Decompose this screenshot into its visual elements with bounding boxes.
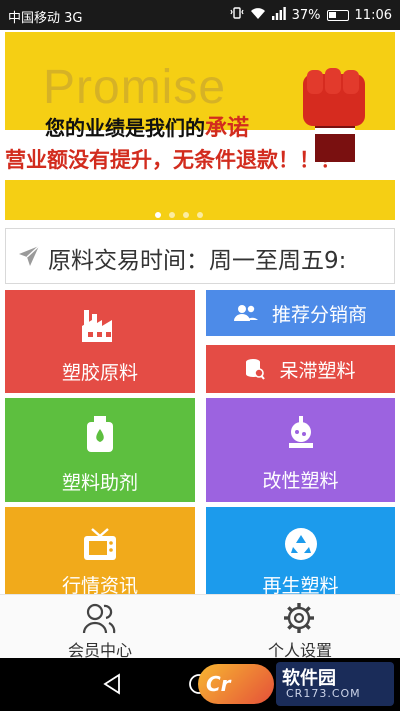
tile-label: 改性塑料 xyxy=(262,470,339,492)
watermark-brand: 软件园 CR173.COM xyxy=(276,662,394,706)
banner-dot[interactable] xyxy=(183,212,189,218)
database-search-icon xyxy=(246,359,266,380)
tile-recycled[interactable]: 再生塑料 xyxy=(206,507,395,594)
tile-additive[interactable]: 塑料助剂 xyxy=(5,398,195,502)
notice-bar[interactable]: 原料交易时间：周一至周五9: xyxy=(5,228,395,284)
fist-icon xyxy=(303,68,365,162)
promo-banner[interactable]: Promise 您的业绩是我们的承诺 营业额没有提升，无条件退款！！！ xyxy=(5,32,395,220)
banner-slogan: 营业额没有提升，无条件退款！！！ xyxy=(5,148,341,172)
back-icon[interactable] xyxy=(102,673,122,695)
tile-row: 呆滞塑料 xyxy=(206,345,395,393)
tile-market-info[interactable]: 行情资讯 xyxy=(5,507,195,594)
tile-label: 塑料助剂 xyxy=(61,472,138,494)
tv-icon xyxy=(84,528,116,560)
flask-icon xyxy=(288,416,313,448)
watermark-domain: CR173.COM xyxy=(286,687,361,700)
signal-icon xyxy=(271,6,286,24)
banner-dot[interactable] xyxy=(155,212,161,218)
wifi-icon xyxy=(250,7,266,24)
gear-icon xyxy=(284,603,314,633)
banner-dot[interactable] xyxy=(169,212,175,218)
battery-icon xyxy=(326,9,349,21)
tab-settings[interactable]: 个人设置 xyxy=(200,595,400,658)
banner-dot[interactable] xyxy=(197,212,203,218)
tile-recommend-distributor[interactable]: 推荐分销商 xyxy=(206,290,395,336)
tile-label: 再生塑料 xyxy=(262,575,339,594)
factory-icon xyxy=(82,310,112,342)
tile-plastic-raw[interactable]: 塑胶原料 xyxy=(5,290,195,393)
bottom-tab-bar: 会员中心 个人设置 xyxy=(0,594,400,658)
banner-pagination[interactable] xyxy=(155,212,203,218)
carrier-label: 中国移动 3G xyxy=(8,11,83,26)
users-icon xyxy=(233,305,258,321)
tab-label: 会员中心 xyxy=(67,641,132,658)
status-bar: 中国移动 3G 37% 11:06 xyxy=(0,0,400,30)
tile-label: 塑胶原料 xyxy=(61,362,138,384)
vibrate-icon xyxy=(230,6,244,24)
site-watermark: Cr 软件园 CR173.COM xyxy=(198,662,398,708)
tile-modified[interactable]: 改性塑料 xyxy=(206,398,395,502)
bottle-icon xyxy=(87,416,113,452)
tile-slow-plastic[interactable]: 呆滞塑料 xyxy=(206,345,395,393)
member-icon xyxy=(82,603,116,634)
tile-label: 推荐分销商 xyxy=(271,303,367,326)
tile-row: 推荐分销商 xyxy=(206,290,395,336)
tab-label: 个人设置 xyxy=(267,641,332,658)
tab-member-center[interactable]: 会员中心 xyxy=(0,595,200,658)
status-bar-right: 37% 11:06 xyxy=(230,6,392,24)
tile-label: 呆滞塑料 xyxy=(279,359,356,382)
tile-label: 行情资讯 xyxy=(61,575,138,594)
send-icon xyxy=(19,245,40,266)
banner-headline-accent: 承诺 xyxy=(205,116,250,141)
clock: 11:06 xyxy=(354,7,392,23)
battery-percent: 37% xyxy=(291,7,321,23)
watermark-logo: Cr xyxy=(198,664,274,704)
banner-headline-text: 您的业绩是我们的 xyxy=(45,116,205,140)
banner-headline: 您的业绩是我们的承诺 xyxy=(45,110,249,142)
banner-watermark: Promise xyxy=(43,61,227,114)
recycle-icon xyxy=(284,528,317,560)
notice-text: 原料交易时间：周一至周五9: xyxy=(48,248,347,274)
